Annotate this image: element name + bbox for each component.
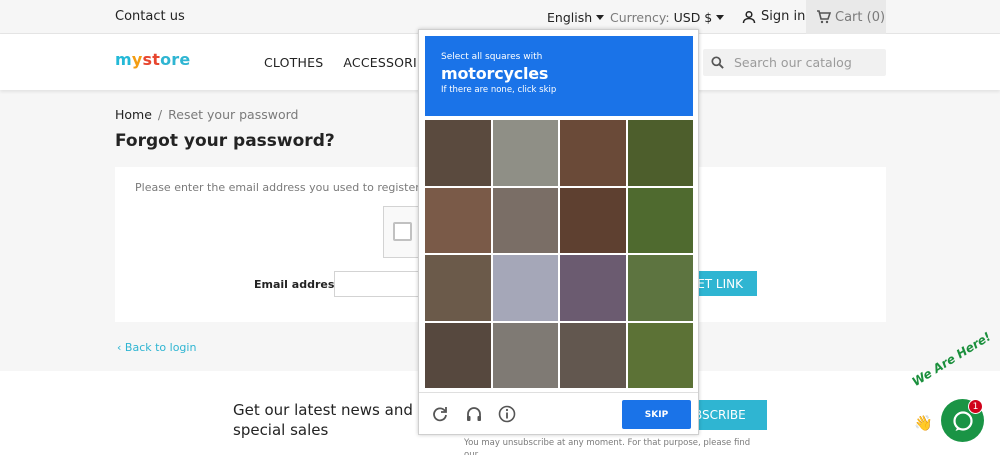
captcha-footer: SKIP — [419, 392, 698, 435]
skip-button[interactable]: SKIP — [622, 400, 691, 429]
captcha-tile[interactable] — [425, 187, 491, 253]
captcha-tile[interactable] — [627, 322, 693, 388]
headphones-icon[interactable] — [463, 403, 485, 425]
currency-label: Currency: — [610, 10, 670, 25]
info-icon[interactable] — [496, 403, 518, 425]
captcha-header: Select all squares with motorcycles If t… — [425, 36, 693, 116]
reload-icon[interactable] — [429, 403, 451, 425]
chat-icon — [952, 410, 973, 431]
captcha-tile[interactable] — [425, 255, 491, 321]
captcha-tile[interactable] — [627, 120, 693, 186]
language-selector[interactable]: English — [547, 10, 605, 25]
captcha-image-grid — [425, 120, 693, 388]
breadcrumb-separator: / — [157, 107, 163, 122]
captcha-tile[interactable] — [560, 255, 626, 321]
page-title: Forgot your password? — [115, 131, 335, 151]
email-label: Email address — [254, 278, 341, 291]
search-icon — [711, 56, 724, 69]
captcha-tile[interactable] — [425, 322, 491, 388]
breadcrumb-home[interactable]: Home — [115, 107, 152, 122]
captcha-tile[interactable] — [560, 120, 626, 186]
captcha-hint: If there are none, click skip — [441, 85, 557, 95]
email-field[interactable] — [334, 271, 424, 297]
captcha-tile[interactable] — [492, 120, 558, 186]
breadcrumb-current: Reset your password — [168, 107, 299, 122]
unsubscribe-note: You may unsubscribe at any moment. For t… — [464, 438, 751, 455]
language-label: English — [547, 10, 593, 25]
captcha-challenge: Select all squares with motorcycles If t… — [418, 29, 699, 435]
store-logo[interactable]: mystore — [115, 50, 190, 69]
chat-unread-badge: 1 — [968, 399, 983, 414]
sign-in-label: Sign in — [761, 9, 806, 24]
currency-selector[interactable]: Currency: USD $ — [610, 10, 725, 25]
captcha-tile[interactable] — [492, 255, 558, 321]
chevron-down-icon — [716, 15, 725, 20]
form-instructions: Please enter the email address you used … — [135, 181, 435, 194]
sign-in-link[interactable]: Sign in — [742, 9, 805, 24]
newsletter-title: Get our latest news and special sales — [233, 401, 413, 439]
captcha-tile[interactable] — [492, 187, 558, 253]
back-to-login-label: Back to login — [124, 341, 197, 354]
captcha-tile[interactable] — [627, 187, 693, 253]
captcha-instruction: Select all squares with — [441, 52, 543, 62]
cart-button[interactable]: Cart (0) — [806, 0, 886, 34]
chevron-left-icon: ‹ — [117, 341, 122, 354]
cart-icon — [817, 10, 831, 24]
logo-part: ore — [160, 50, 191, 69]
currency-value: USD $ — [673, 10, 713, 25]
captcha-tile[interactable] — [560, 187, 626, 253]
captcha-tile[interactable] — [492, 322, 558, 388]
cart-label: Cart (0) — [835, 9, 886, 25]
search-placeholder: Search our catalog — [734, 55, 852, 70]
search-input[interactable]: Search our catalog — [703, 49, 886, 76]
nav-item-clothes[interactable]: CLOTHES — [264, 55, 323, 70]
contact-us-link[interactable]: Contact us — [115, 9, 185, 24]
main-nav: CLOTHES ACCESSORIES — [264, 55, 433, 70]
recaptcha-widget — [383, 206, 419, 258]
logo-part: m — [115, 50, 132, 69]
subscribe-button[interactable]: BSCRIBE — [689, 400, 767, 430]
breadcrumb: Home / Reset your password — [115, 107, 298, 122]
captcha-tile[interactable] — [627, 255, 693, 321]
logo-part: st — [142, 50, 161, 69]
chevron-down-icon — [596, 15, 605, 20]
captcha-target: motorcycles — [441, 64, 549, 83]
logo-part: y — [131, 50, 143, 69]
waving-hand-icon: 👋 — [914, 414, 933, 432]
back-to-login-link[interactable]: ‹ Back to login — [117, 341, 196, 354]
user-icon — [742, 10, 756, 23]
captcha-tile[interactable] — [560, 322, 626, 388]
captcha-tile[interactable] — [425, 120, 491, 186]
recaptcha-checkbox[interactable] — [393, 222, 412, 241]
